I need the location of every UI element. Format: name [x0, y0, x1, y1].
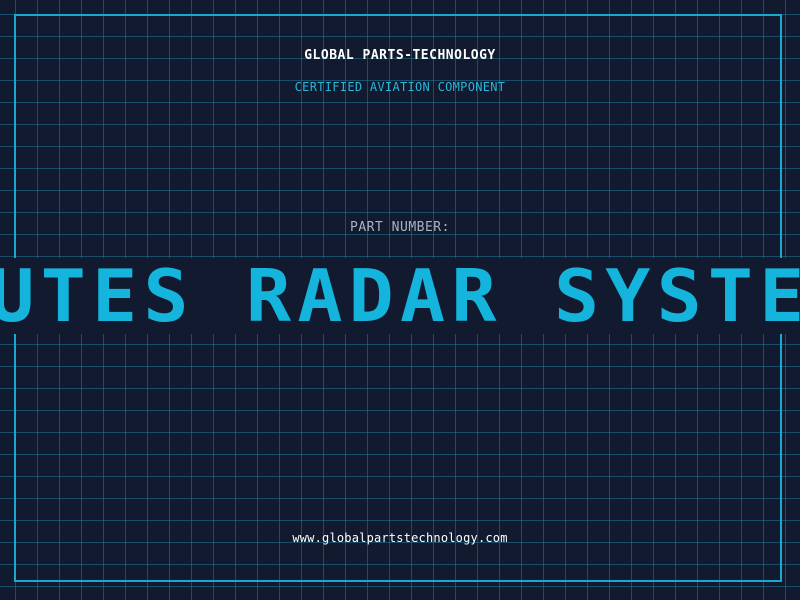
part-number-banner: MUTES RADAR SYSTEM — [0, 258, 800, 334]
website-url: www.globalpartstechnology.com — [292, 531, 508, 545]
tagline: CERTIFIED AVIATION COMPONENT — [294, 80, 506, 94]
part-number-value: MUTES RADAR SYSTEM — [0, 258, 800, 334]
company-name: GLOBAL PARTS-TECHNOLOGY — [304, 48, 496, 63]
part-number-label: PART NUMBER: — [350, 220, 450, 235]
